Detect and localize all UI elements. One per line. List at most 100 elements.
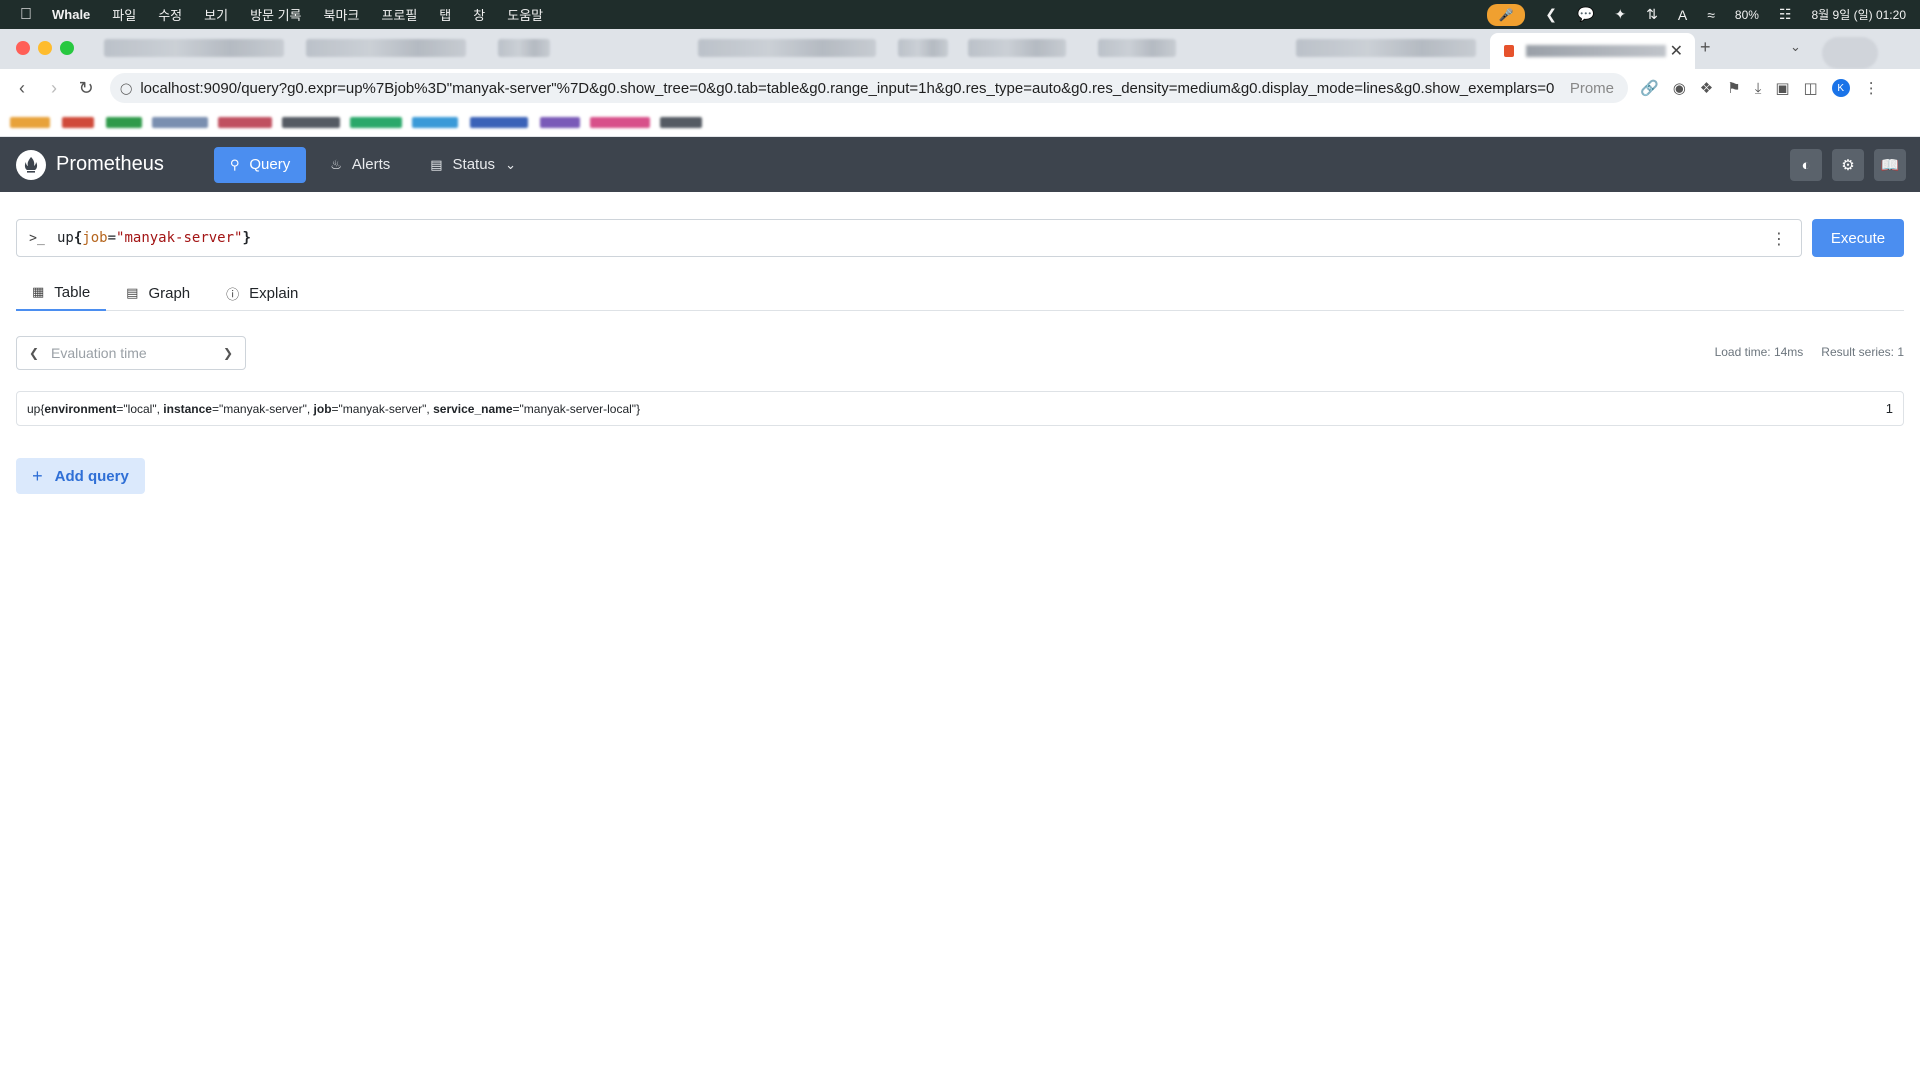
chevron-right-icon[interactable]: ❯ bbox=[211, 346, 245, 360]
address-bar[interactable]: ◯ localhost:9090/query?g0.expr=up%7Bjob%… bbox=[110, 73, 1628, 103]
menu-bookmarks[interactable]: 북마크 bbox=[324, 5, 360, 24]
execute-button[interactable]: Execute bbox=[1812, 219, 1904, 257]
profile-bubble[interactable] bbox=[1822, 37, 1878, 69]
terminal-prompt-icon: >_ bbox=[29, 230, 45, 246]
reload-icon[interactable]: ↻ bbox=[70, 78, 102, 99]
tab-graph[interactable]: ▤ Graph bbox=[110, 275, 206, 311]
menu-history[interactable]: 방문 기록 bbox=[250, 5, 301, 24]
browser-tab[interactable] bbox=[498, 39, 550, 57]
app-tray-icon[interactable]: ✦ bbox=[1614, 6, 1626, 23]
tab-list-chevron-icon[interactable]: ⌄ bbox=[1790, 39, 1801, 55]
label-value: "manyak-server" bbox=[218, 401, 307, 416]
bookmark-item[interactable] bbox=[412, 117, 458, 128]
menu-window[interactable]: 창 bbox=[473, 5, 485, 24]
info-icon: ⓘ bbox=[226, 286, 240, 302]
active-tab-title bbox=[1526, 45, 1666, 57]
menu-help[interactable]: 도움말 bbox=[507, 5, 543, 24]
bookmark-item[interactable] bbox=[470, 117, 528, 128]
bookmark-item[interactable] bbox=[106, 117, 142, 128]
chevron-left-icon[interactable]: ❮ bbox=[17, 346, 51, 360]
bookmark-item[interactable] bbox=[62, 117, 94, 128]
gear-icon[interactable]: ⚙ bbox=[1832, 149, 1864, 181]
active-browser-tab[interactable]: ✕ bbox=[1490, 33, 1695, 69]
close-window-icon[interactable] bbox=[16, 41, 30, 55]
network-tray-icon[interactable]: ⇅ bbox=[1646, 6, 1658, 23]
expression-text[interactable]: up{job="manyak-server"} bbox=[57, 230, 251, 246]
tab-table[interactable]: ▦ Table bbox=[16, 275, 107, 311]
bookmark-item[interactable] bbox=[660, 117, 702, 128]
bookmark-item[interactable] bbox=[590, 117, 650, 128]
screenshot-icon[interactable]: ▣ bbox=[1775, 79, 1789, 97]
nav-alerts[interactable]: ♨ Alerts bbox=[314, 147, 406, 183]
back-icon[interactable]: ‹ bbox=[6, 78, 38, 99]
more-options-icon[interactable]: ⋮ bbox=[1771, 229, 1787, 249]
book-icon[interactable]: 📖 bbox=[1874, 149, 1906, 181]
forward-icon[interactable]: › bbox=[38, 78, 70, 99]
bookmark-item[interactable] bbox=[218, 117, 272, 128]
input-source-icon[interactable]: A bbox=[1678, 7, 1687, 23]
bookmark-item[interactable] bbox=[540, 117, 580, 128]
close-tab-icon[interactable]: ✕ bbox=[1670, 41, 1683, 61]
tab-explain[interactable]: ⓘ Explain bbox=[210, 275, 314, 311]
bookmark-item[interactable] bbox=[282, 117, 340, 128]
evaluation-time-picker: ❮ Evaluation time ❯ bbox=[16, 336, 246, 370]
browser-tab[interactable] bbox=[306, 39, 466, 57]
browser-tab[interactable] bbox=[1296, 39, 1476, 57]
browser-menu-icon[interactable]: ⋮ bbox=[1864, 79, 1879, 97]
profile-avatar[interactable]: K bbox=[1831, 79, 1850, 97]
browser-tab[interactable] bbox=[104, 39, 284, 57]
bell-icon: ♨ bbox=[330, 156, 342, 172]
chat-icon[interactable]: 💬 bbox=[1577, 6, 1594, 23]
menu-file[interactable]: 파일 bbox=[112, 5, 136, 24]
extension-icon[interactable]: ◉ bbox=[1673, 79, 1686, 97]
address-url[interactable]: localhost:9090/query?g0.expr=up%7Bjob%3D… bbox=[140, 80, 1564, 97]
browser-toolbar: ‹ › ↻ ◯ localhost:9090/query?g0.expr=up%… bbox=[0, 69, 1920, 107]
minimize-window-icon[interactable] bbox=[38, 41, 52, 55]
control-center-icon[interactable]: ☷ bbox=[1779, 6, 1792, 23]
app-menu-name[interactable]: Whale bbox=[52, 7, 90, 22]
new-tab-icon[interactable]: + bbox=[1700, 37, 1711, 58]
menu-view[interactable]: 보기 bbox=[204, 5, 228, 24]
expression-input[interactable]: >_ up{job="manyak-server"} ⋮ bbox=[16, 219, 1802, 257]
table-icon: ▦ bbox=[32, 284, 45, 299]
prometheus-brand[interactable]: Prometheus bbox=[16, 149, 164, 180]
battery-percent[interactable]: 80% bbox=[1735, 8, 1759, 22]
nav-query[interactable]: ⚲ Query bbox=[213, 146, 307, 183]
flag-icon[interactable]: ⚑ bbox=[1727, 79, 1740, 97]
download-icon[interactable]: ⤓ bbox=[1755, 80, 1762, 97]
expr-metric: up bbox=[57, 230, 74, 246]
server-icon: ▤ bbox=[430, 156, 443, 172]
menubar-clock[interactable]: 8월 9일 (일) 01:20 bbox=[1812, 6, 1907, 23]
bookmark-item[interactable] bbox=[10, 117, 50, 128]
tab-graph-label: Graph bbox=[148, 284, 191, 302]
chevron-left-icon[interactable]: ❮ bbox=[1545, 6, 1557, 23]
site-info-icon[interactable]: ◯ bbox=[120, 82, 132, 95]
prometheus-navbar: Prometheus ⚲ Query ♨ Alerts ▤ Status ⌄ ◐… bbox=[0, 137, 1920, 192]
menubar-tray: 🎤 ❮ 💬 ✦ ⇅ A ≈ 80% ☷ 8월 9일 (일) 01:20 bbox=[1487, 0, 1906, 29]
prometheus-logo-icon bbox=[16, 149, 46, 180]
menu-edit[interactable]: 수정 bbox=[158, 5, 182, 24]
browser-tab[interactable] bbox=[898, 39, 948, 57]
add-query-button[interactable]: + Add query bbox=[16, 458, 145, 494]
browser-tab[interactable] bbox=[698, 39, 876, 57]
bookmark-item[interactable] bbox=[350, 117, 402, 128]
evaluation-time-input[interactable]: Evaluation time bbox=[51, 345, 211, 361]
label-value: "manyak-server-local" bbox=[519, 401, 637, 416]
browser-tab[interactable] bbox=[1098, 39, 1176, 57]
sidebar-icon[interactable]: ◫ bbox=[1804, 79, 1818, 97]
puzzle-icon[interactable]: ❖ bbox=[1700, 79, 1713, 97]
query-row: >_ up{job="manyak-server"} ⋮ Execute bbox=[16, 219, 1904, 257]
browser-tab[interactable] bbox=[968, 39, 1066, 57]
nav-query-label: Query bbox=[249, 156, 291, 173]
nav-status[interactable]: ▤ Status ⌄ bbox=[414, 147, 532, 183]
theme-toggle-icon[interactable]: ◐ bbox=[1790, 149, 1822, 181]
bookmark-item[interactable] bbox=[152, 117, 208, 128]
zoom-window-icon[interactable] bbox=[60, 41, 74, 55]
menu-profile[interactable]: 프로필 bbox=[381, 5, 417, 24]
wifi-icon[interactable]: ≈ bbox=[1707, 7, 1715, 23]
microphone-icon[interactable]: 🎤 bbox=[1487, 3, 1526, 26]
menu-tab[interactable]: 탭 bbox=[439, 5, 451, 24]
link-icon[interactable]: 🔗 bbox=[1640, 79, 1659, 97]
apple-icon[interactable]:  bbox=[0, 6, 52, 24]
prometheus-favicon-icon bbox=[1504, 45, 1514, 57]
